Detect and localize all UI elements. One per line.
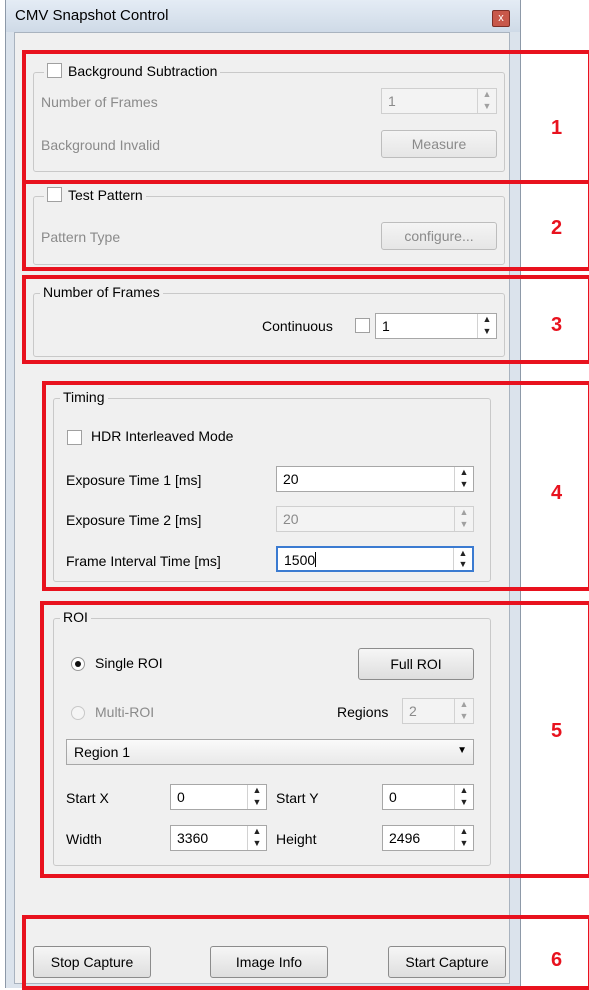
annotation-box-5 [40, 601, 589, 878]
annotation-number-3: 3 [551, 314, 563, 336]
annotation-box-2 [22, 180, 589, 271]
annotation-number-5: 5 [551, 720, 563, 742]
annotation-number-2: 2 [551, 217, 563, 239]
window-title: CMV Snapshot Control [15, 7, 169, 24]
annotation-box-4 [42, 381, 589, 591]
annotation-number-1: 1 [551, 117, 563, 139]
annotation-box-6 [22, 915, 589, 990]
annotation-box-3 [22, 275, 589, 364]
annotation-number-4: 4 [551, 482, 563, 504]
annotation-number-6: 6 [551, 949, 563, 971]
close-icon[interactable]: x [492, 10, 510, 27]
annotation-box-1 [22, 50, 589, 184]
title-bar[interactable]: CMV Snapshot Control x [6, 0, 520, 32]
